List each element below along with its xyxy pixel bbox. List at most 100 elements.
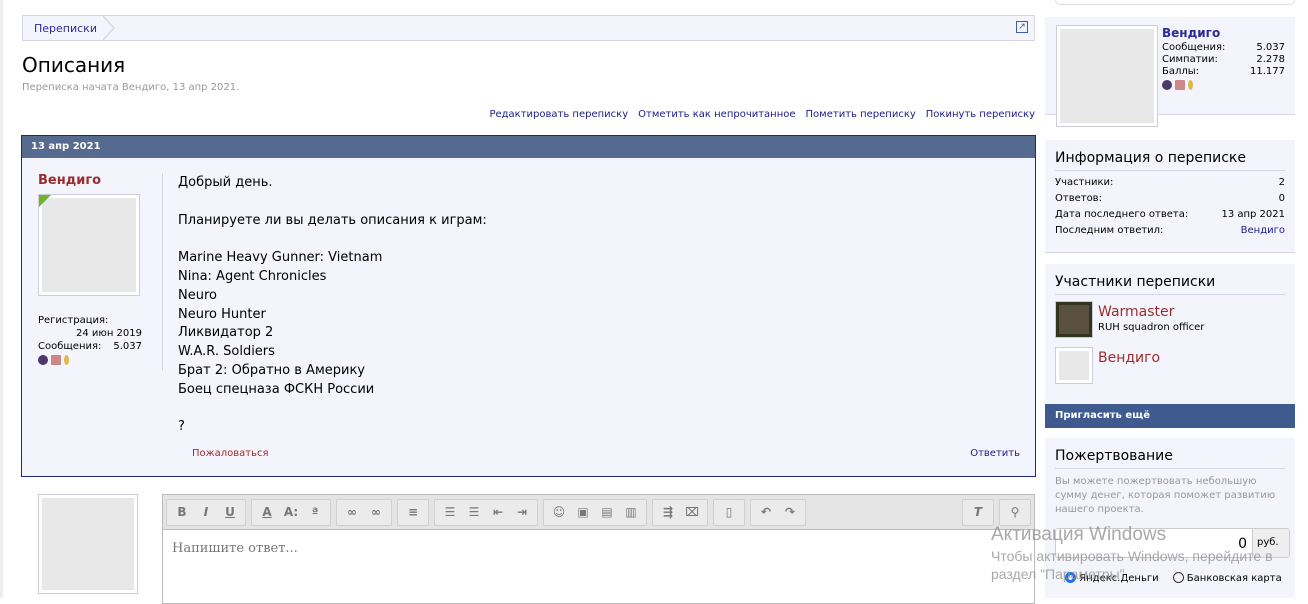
profile-block: Вендиго Сообщения: 5.037 Симпатии: 2.278 Б… (1045, 17, 1295, 127)
badge-icon (1175, 80, 1185, 90)
toggle-bbcode-icon[interactable]: ⚲ (1003, 505, 1027, 519)
bold-icon[interactable]: B (170, 505, 194, 519)
divider (162, 173, 163, 371)
info-value: 13 апр 2021 (1221, 209, 1285, 220)
donate-text: Вы можете пожертвовать небольшую сумму д… (1055, 476, 1276, 515)
smiley-icon[interactable]: ☺ (547, 505, 571, 519)
undo-icon[interactable]: ↶ (754, 505, 778, 519)
media-icon[interactable]: ▤ (595, 505, 619, 519)
stat-label: Симпатии: (1162, 54, 1218, 65)
donate-block: Пожертвование Вы можете пожертвовать неб… (1045, 438, 1295, 598)
participants-block: Участники переписки Warmaster RUH squadr… (1045, 264, 1295, 404)
info-label: Ответов: (1055, 193, 1102, 204)
posts-value: 5.037 (113, 341, 142, 352)
participant-name[interactable]: Вендиго (1098, 350, 1160, 366)
indent-icon[interactable]: ⇥ (510, 505, 534, 519)
posts-label: Сообщения: (38, 341, 102, 352)
italic-icon[interactable]: I (194, 505, 218, 519)
donate-title: Пожертвование (1055, 438, 1285, 469)
breadcrumb: Переписки ↗ (22, 15, 1035, 41)
message-date: 13 апр 2021 (22, 136, 1035, 158)
edit-conversation-link[interactable]: Редактировать переписку (489, 109, 628, 120)
image-icon[interactable]: ▣ (571, 505, 595, 519)
participant-avatar[interactable] (1055, 347, 1093, 384)
message-body: Добрый день. Планируете ли вы делать опи… (178, 175, 487, 435)
info-label: Последним ответил: (1055, 225, 1164, 236)
save-draft-icon[interactable]: ▯ (717, 505, 741, 519)
link-icon[interactable]: ∞ (340, 505, 364, 519)
reply-editor: BIU A A: ª ∞ ∞ ≡ ☰ ☰ ⇤ ⇥ ☺ ▣ ▤ ▥ ⇶ ⌧ ▯ ↶ ↷ T ⚲ Напи… (162, 494, 1035, 604)
report-link[interactable]: Пожаловаться (192, 448, 269, 459)
info-label: Участники: (1055, 177, 1114, 188)
font-size-icon[interactable]: A: (279, 505, 303, 519)
font-family-icon[interactable]: ª (303, 505, 327, 519)
profile-avatar[interactable] (1056, 25, 1158, 127)
radio-icon[interactable] (1172, 572, 1184, 583)
reply-input[interactable]: Напишите ответ... (163, 530, 1034, 567)
reg-label: Регистрация: (38, 315, 109, 326)
badges (38, 355, 142, 365)
currency-label: руб. (1252, 529, 1289, 557)
info-title: Информация о переписке (1055, 140, 1285, 171)
info-value: 0 (1278, 193, 1285, 204)
leave-conversation-link[interactable]: Покинуть переписку (926, 109, 1035, 120)
spoiler-icon[interactable]: ⇶ (656, 505, 680, 519)
invite-more-button[interactable]: Пригласить ещё (1045, 404, 1295, 428)
user-info: Регистрация: 24 июн 2019 Сообщения: 5.037 (38, 314, 142, 365)
page-title: Описания (22, 53, 126, 77)
outdent-icon[interactable]: ⇤ (486, 505, 510, 519)
payment-option-card[interactable]: Банковская карта (1172, 572, 1282, 584)
badges (1162, 80, 1285, 90)
breadcrumb-item[interactable]: Переписки (34, 22, 97, 35)
code-icon[interactable]: ⌧ (680, 505, 704, 519)
conversation-actions: Редактировать переписку Отметить как неп… (489, 109, 1035, 120)
page-edge (0, 0, 3, 598)
stat-label: Сообщения: (1162, 42, 1226, 53)
editor-toolbar: BIU A A: ª ∞ ∞ ≡ ☰ ☰ ⇤ ⇥ ☺ ▣ ▤ ▥ ⇶ ⌧ ▯ ↶ ↷ T ⚲ (163, 495, 1034, 530)
participant-avatar[interactable] (1055, 301, 1093, 338)
bullet-list-icon[interactable]: ☰ (438, 505, 462, 519)
page-subtitle: Переписка начата Вендиго, 13 апр 2021. (22, 82, 240, 93)
radio-selected-icon[interactable] (1065, 572, 1076, 583)
option-label: Банковская карта (1186, 573, 1282, 584)
text-color-icon[interactable]: A (255, 505, 279, 519)
stat-value: 5.037 (1256, 42, 1285, 53)
stat-value: 2.278 (1256, 54, 1285, 65)
redo-icon[interactable]: ↷ (778, 505, 802, 519)
reg-value: 24 июн 2019 (76, 328, 142, 339)
breadcrumb-arrow (102, 15, 115, 41)
participant-name[interactable]: Warmaster (1098, 304, 1174, 320)
reply-avatar (38, 494, 138, 594)
participant-title: RUH squadron officer (1098, 322, 1205, 333)
profile-name[interactable]: Вендиго (1162, 26, 1220, 40)
online-indicator (39, 195, 51, 207)
option-label: Яндекс.Деньги (1079, 573, 1159, 584)
info-value: 2 (1278, 177, 1285, 188)
avatar[interactable] (38, 194, 140, 296)
search-box[interactable] (1055, 0, 1295, 5)
payment-option-yandex[interactable]: Яндекс.Деньги (1065, 572, 1159, 584)
align-icon[interactable]: ≡ (401, 505, 425, 519)
star-conversation-link[interactable]: Пометить переписку (806, 109, 916, 120)
badge-icon (1162, 80, 1172, 90)
unlink-icon[interactable]: ∞ (364, 505, 388, 519)
mark-unread-link[interactable]: Отметить как непрочитанное (638, 109, 795, 120)
underline-icon[interactable]: U (218, 505, 242, 519)
stat-value: 11.177 (1250, 66, 1285, 77)
participants-title: Участники переписки (1055, 264, 1285, 295)
message-author[interactable]: Вендиго (38, 173, 101, 188)
remove-format-icon[interactable]: T (966, 505, 990, 519)
donate-amount-input[interactable]: 0 (1056, 529, 1252, 557)
quote-icon[interactable]: ▥ (619, 505, 643, 519)
conversation-info: Информация о переписке Участники: 2 Ответ… (1045, 140, 1295, 253)
message: 13 апр 2021 Вендиго Регистрация: 24 июн … (21, 135, 1036, 477)
stat-label: Баллы: (1162, 66, 1200, 77)
badge-icon (1188, 80, 1193, 90)
last-replier-link[interactable]: Вендиго (1241, 223, 1285, 239)
numbered-list-icon[interactable]: ☰ (462, 505, 486, 519)
reply-link[interactable]: Ответить (970, 448, 1020, 459)
external-link-icon[interactable]: ↗ (1016, 21, 1028, 33)
badge-icon (51, 355, 61, 365)
badge-icon (38, 355, 48, 365)
badge-icon (64, 355, 69, 365)
